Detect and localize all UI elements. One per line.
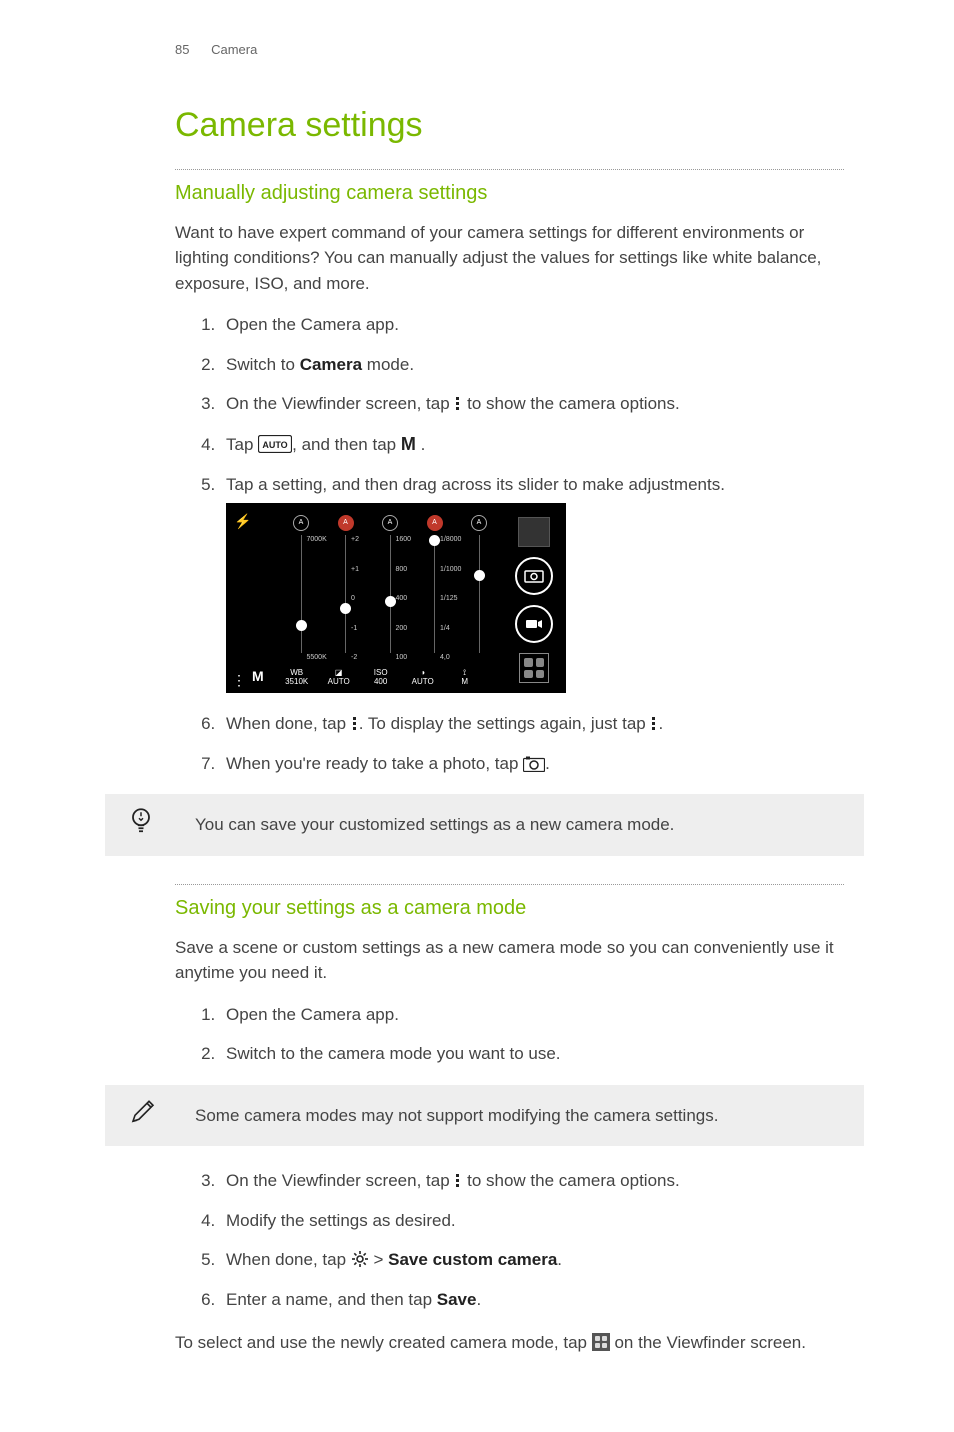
mode-indicator: M: [252, 666, 264, 687]
note-text: Some camera modes may not support modify…: [195, 1106, 718, 1125]
page-number: 85: [175, 42, 189, 57]
step2-2: Switch to the camera mode you want to us…: [220, 1041, 844, 1067]
step2-6: Enter a name, and then tap Save.: [220, 1287, 844, 1313]
steps-list-2b: On the Viewfinder screen, tap to show th…: [175, 1168, 844, 1312]
photo-mode-button: [515, 557, 553, 595]
viewfinder-screenshot: ⚡ A7000K5500KA+2+10-1-2A1600800400200100…: [226, 503, 566, 693]
step2-5: When done, tap > Save custom camera.: [220, 1247, 844, 1273]
step2-3: On the Viewfinder screen, tap to show th…: [220, 1168, 844, 1194]
video-mode-button: [515, 605, 553, 643]
camera-shutter-icon: [523, 756, 545, 772]
page-header: 85 Camera: [175, 40, 844, 60]
outro-paragraph: To select and use the newly created came…: [175, 1330, 844, 1356]
subheading-manual: Manually adjusting camera settings: [175, 178, 844, 208]
page-title: Camera settings: [175, 100, 844, 151]
step2-4: Modify the settings as desired.: [220, 1208, 844, 1234]
divider: [175, 884, 844, 885]
step-1: Open the Camera app.: [220, 312, 844, 338]
lightbulb-icon: [129, 806, 153, 844]
step-7: When you're ready to take a photo, tap .: [220, 751, 844, 777]
preview-thumb: [518, 517, 550, 547]
step-6: When done, tap . To display the settings…: [220, 711, 844, 737]
gear-icon: [351, 1250, 369, 1268]
note-box: Some camera modes may not support modify…: [105, 1085, 864, 1147]
section-label: Camera: [211, 42, 257, 57]
flash-icon: ⚡: [234, 511, 251, 532]
tip-box: You can save your customized settings as…: [105, 794, 864, 856]
menu-dots-icon: ⋮: [232, 673, 246, 687]
steps-list-2a: Open the Camera app. Switch to the camer…: [175, 1002, 844, 1067]
step-3: On the Viewfinder screen, tap to show th…: [220, 391, 844, 417]
step-5: Tap a setting, and then drag across its …: [220, 472, 844, 694]
step-4: Tap AUTO, and then tap M .: [220, 431, 844, 458]
menu-dots-icon: [351, 716, 359, 732]
intro-paragraph-2: Save a scene or custom settings as a new…: [175, 935, 844, 986]
auto-badge-icon: AUTO: [258, 435, 292, 453]
mode-grid-icon: [592, 1333, 610, 1351]
step-2: Switch to Camera mode.: [220, 352, 844, 378]
subheading-saving: Saving your settings as a camera mode: [175, 893, 844, 923]
steps-list-1: Open the Camera app. Switch to Camera mo…: [175, 312, 844, 776]
intro-paragraph: Want to have expert command of your came…: [175, 220, 844, 297]
pencil-icon: [129, 1098, 157, 1134]
tip-text: You can save your customized settings as…: [195, 815, 674, 834]
divider: [175, 169, 844, 170]
svg-text:AUTO: AUTO: [262, 440, 287, 450]
mode-grid-button: [519, 653, 549, 683]
step2-1: Open the Camera app.: [220, 1002, 844, 1028]
